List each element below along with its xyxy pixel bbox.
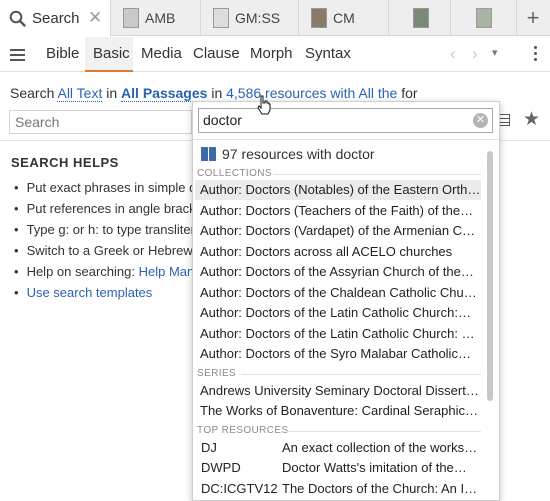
tab-gmss[interactable]: GM:SS (201, 0, 299, 36)
result-count[interactable]: 97 resources with doctor (201, 146, 375, 162)
tab-cm[interactable]: CM (299, 0, 389, 36)
collection-item[interactable]: Author: Doctors of the Latin Catholic Ch… (195, 303, 481, 323)
collection-item[interactable]: Author: Doctors (Vardapet) of the Armeni… (195, 221, 481, 241)
close-icon[interactable]: ✕ (88, 8, 102, 28)
chevron-down-icon[interactable]: ▾ (492, 46, 498, 59)
search-icon (9, 10, 26, 27)
resource-filter-input[interactable]: doctor ✕ (198, 108, 493, 133)
resource-thumbnail-icon (311, 8, 327, 28)
collection-item[interactable]: Author: Doctors across all ACELO churche… (195, 242, 481, 262)
tab-basic[interactable]: Basic (85, 37, 133, 72)
resource-thumbnail-icon (123, 8, 139, 28)
sentence-prefix: Search (10, 85, 55, 101)
resource-abbreviation: DWPD (201, 460, 241, 475)
tab-media[interactable]: Media (141, 45, 182, 62)
tab-resource-6[interactable] (451, 0, 517, 36)
resource-abbreviation: DJ (201, 440, 217, 455)
resources-link[interactable]: 4,586 resources with All the (226, 85, 398, 102)
new-tab-button[interactable]: + (516, 0, 550, 36)
list-item: Switch to a Greek or Hebrew ke (14, 243, 211, 264)
collection-item[interactable]: Author: Doctors of the Chaldean Catholic… (195, 283, 481, 303)
tab-syntax[interactable]: Syntax (305, 45, 351, 62)
hamburger-menu-icon[interactable] (10, 49, 25, 61)
collection-item[interactable]: Author: Doctors (Teachers of the Faith) … (195, 201, 481, 221)
help-text: Put exact phrases in simple qu (26, 180, 204, 195)
list-item: Use search templates (14, 285, 210, 306)
tab-resource-5[interactable] (389, 0, 451, 36)
sentence-in: in (211, 85, 223, 101)
tab-bible[interactable]: Bible (46, 45, 79, 62)
all-text-link[interactable]: All Text (57, 85, 103, 102)
star-icon[interactable]: ★ (523, 108, 540, 131)
collections-heading: COLLECTIONS (197, 168, 272, 179)
tab-label: CM (333, 10, 355, 26)
hand-cursor-icon (257, 95, 271, 115)
series-heading: SERIES (197, 368, 237, 379)
tab-label: Search (32, 9, 80, 27)
resource-abbreviation: DC:ICGTV12 (201, 481, 278, 496)
divider (193, 139, 499, 140)
search-input[interactable] (9, 110, 192, 134)
collection-item[interactable]: Author: Doctors of the Syro Malabar Cath… (195, 344, 481, 364)
search-toolbar: Bible Basic Media Clause Morph Syntax ‹ … (0, 37, 550, 72)
list-item: Put references in angle bracket (14, 201, 210, 222)
tab-label: AMB (145, 10, 176, 26)
list-item: Put exact phrases in simple qu (14, 180, 210, 201)
list-item: Help on searching: Help Manua (14, 264, 210, 285)
book-icon (201, 147, 216, 161)
tab-amb[interactable]: AMB (111, 0, 201, 36)
divider (273, 174, 481, 175)
resource-thumbnail-icon (413, 8, 429, 28)
resource-picker-dropdown: doctor ✕ 97 resources with doctor COLLEC… (192, 101, 500, 501)
tab-label: GM:SS (235, 10, 281, 26)
tab-morph[interactable]: Morph (250, 45, 293, 62)
resource-thumbnail-icon (476, 8, 492, 28)
search-helps-heading: SEARCH HELPS (11, 155, 119, 170)
resource-thumbnail-icon (213, 8, 229, 28)
scrollbar[interactable] (487, 151, 493, 401)
top-resources-heading: TOP RESOURCES (197, 425, 289, 436)
search-helps-list: Put exact phrases in simple qu Put refer… (14, 180, 211, 306)
collection-item[interactable]: Author: Doctors of the Assyrian Church o… (195, 262, 481, 282)
divider (241, 374, 481, 375)
resource-title: The Doctors of the Church: An I… (282, 481, 478, 496)
result-count-label: 97 resources with doctor (222, 146, 375, 162)
series-item[interactable]: Andrews University Seminary Doctoral Dis… (195, 381, 481, 401)
list-item: Type g: or h: to type translitera (14, 222, 210, 243)
search-templates-link[interactable]: Use search templates (27, 285, 153, 300)
collection-item[interactable]: Author: Doctors of the Latin Catholic Ch… (195, 324, 481, 344)
tab-search[interactable]: Search ✕ (0, 0, 111, 37)
more-options-icon[interactable] (534, 46, 538, 64)
filter-query: doctor (203, 112, 242, 128)
collection-item[interactable]: Author: Doctors (Notables) of the Easter… (195, 180, 481, 200)
clear-icon[interactable]: ✕ (473, 113, 488, 128)
resource-title: Doctor Watts's imitation of the… (282, 460, 467, 475)
help-text: Type g: or h: to type translitera (26, 222, 203, 237)
divider (285, 431, 481, 432)
help-text: Help on searching: (26, 264, 135, 279)
series-item[interactable]: The Works of Bonaventure: Cardinal Serap… (195, 401, 481, 421)
search-panel: { "tabs": [ {"label": "Search", "active"… (0, 0, 550, 501)
sentence-in: in (106, 85, 118, 101)
search-scope-sentence: Search All Text in All Passages in 4,586… (10, 85, 418, 102)
forward-arrow-icon[interactable]: › (472, 44, 478, 64)
sentence-for: for (401, 85, 418, 101)
tab-clause[interactable]: Clause (193, 45, 240, 62)
back-arrow-icon[interactable]: ‹ (450, 44, 456, 64)
tab-strip: Search ✕ AMB GM:SS CM + (0, 0, 550, 37)
all-passages-link[interactable]: All Passages (121, 85, 208, 102)
resource-title: An exact collection of the works… (282, 440, 478, 455)
help-text: Switch to a Greek or Hebrew ke (26, 243, 211, 258)
help-text: Put references in angle bracket (26, 201, 207, 216)
